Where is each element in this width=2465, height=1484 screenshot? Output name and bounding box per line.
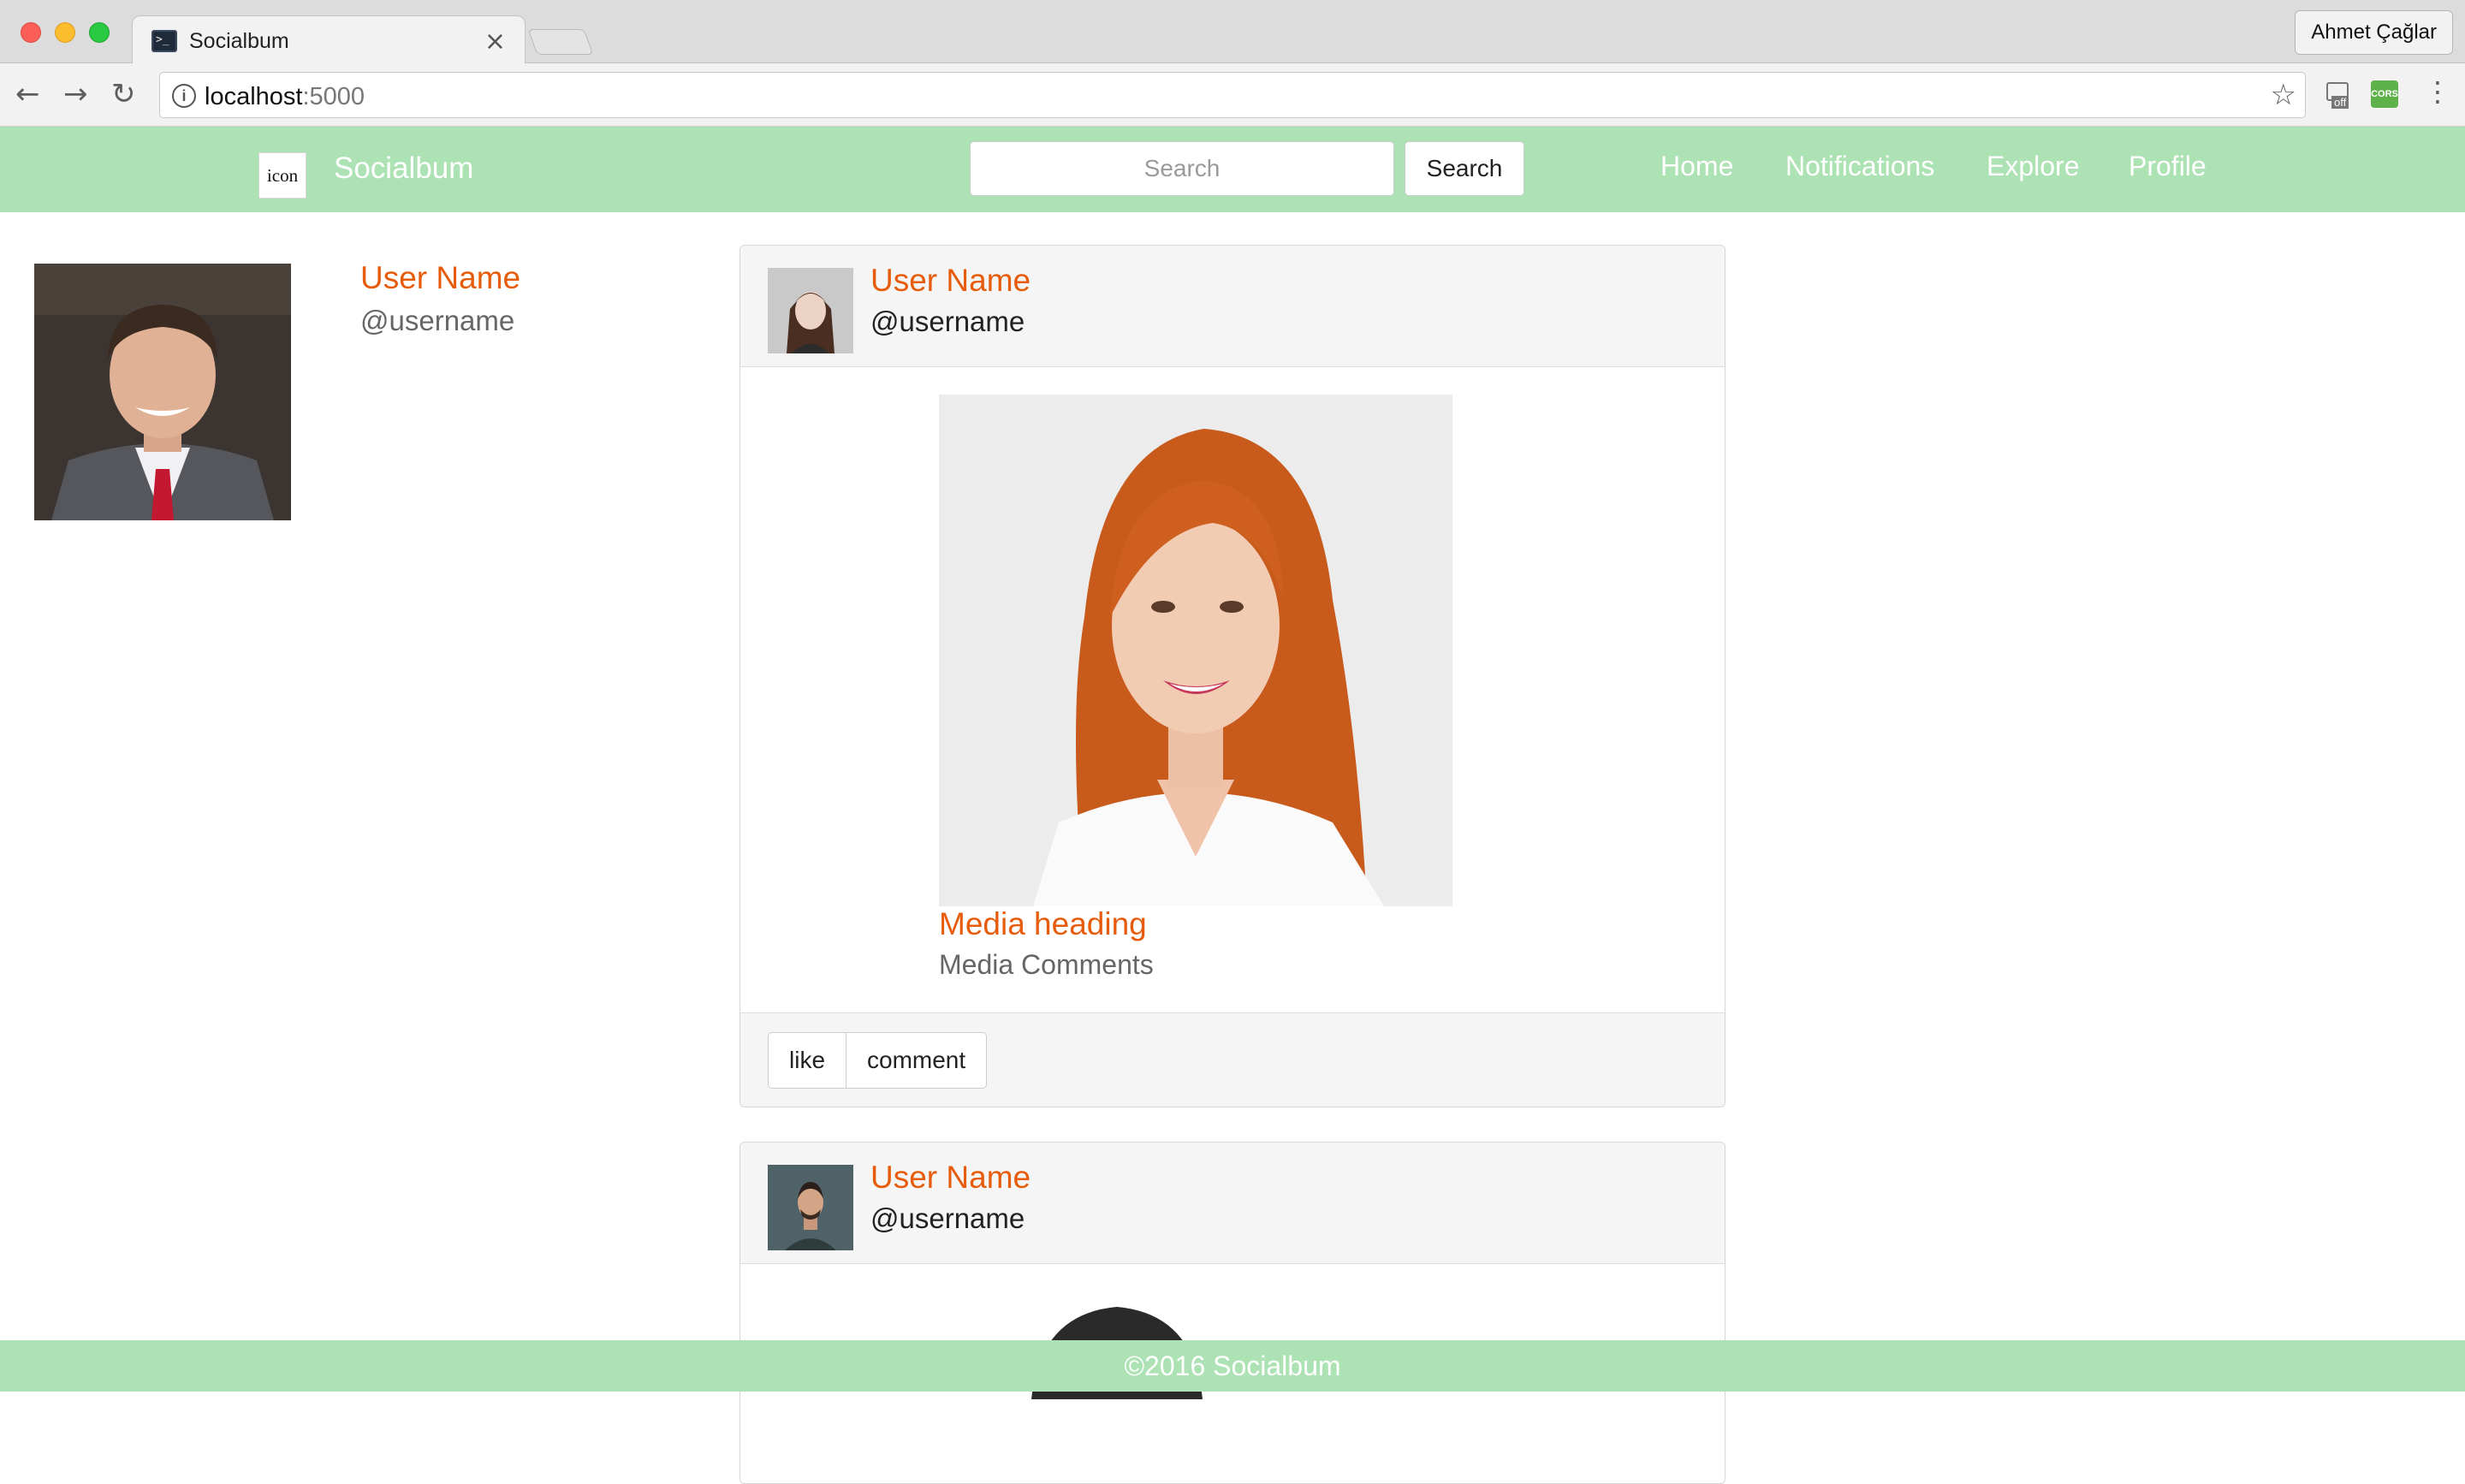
search-button[interactable]: Search: [1405, 141, 1524, 196]
maximize-window-button[interactable]: [89, 22, 110, 43]
brand-logo-icon[interactable]: icon: [258, 152, 306, 199]
search-input[interactable]: [970, 141, 1394, 196]
nav-link-explore[interactable]: Explore: [1987, 151, 2080, 182]
media-heading: Media heading: [939, 906, 1147, 941]
post-author-avatar[interactable]: [768, 1165, 853, 1250]
brand-name[interactable]: Socialbum: [334, 151, 473, 186]
post-author-name[interactable]: User Name: [870, 1160, 1031, 1196]
minimize-window-button[interactable]: [55, 22, 75, 43]
url-text[interactable]: localhost:5000: [205, 83, 365, 111]
browser-profile-button[interactable]: Ahmet Çağlar: [2295, 10, 2453, 55]
cors-extension-icon[interactable]: CORS: [2371, 80, 2398, 108]
post-author-name[interactable]: User Name: [870, 263, 1031, 299]
post-header: User Name @username: [740, 246, 1725, 367]
post-actions: like comment: [768, 1032, 988, 1089]
reload-icon[interactable]: ↻: [111, 77, 136, 111]
post-header: User Name @username: [740, 1143, 1725, 1264]
close-icon[interactable]: ×: [484, 27, 506, 56]
bookmark-star-icon[interactable]: ☆: [2271, 78, 2296, 112]
tab-title: Socialbum: [189, 29, 289, 53]
back-arrow-icon[interactable]: ←: [15, 77, 40, 111]
address-bar[interactable]: i localhost:5000 ☆: [159, 72, 2306, 118]
post-photo[interactable]: [939, 395, 1452, 906]
profile-name[interactable]: User Name: [360, 260, 520, 296]
extension-toggle-icon[interactable]: off: [2326, 82, 2355, 111]
post-card: User Name @username: [740, 1142, 1726, 1484]
new-tab-button[interactable]: [527, 29, 594, 55]
nav-link-notifications[interactable]: Notifications: [1785, 151, 1934, 182]
post-footer: like comment: [740, 1012, 1725, 1107]
profile-handle: @username: [360, 305, 515, 336]
site-footer: ©2016 Socialbum: [0, 1340, 2465, 1392]
terminal-icon: >_: [151, 30, 177, 52]
like-button[interactable]: like: [768, 1032, 847, 1089]
forward-arrow-icon[interactable]: →: [63, 77, 88, 111]
media-comments: Media Comments: [939, 949, 1154, 980]
post-author-handle: @username: [870, 306, 1025, 337]
post-card: User Name @username Media heading Media …: [740, 245, 1726, 1107]
close-window-button[interactable]: [21, 22, 41, 43]
footer-copyright: ©2016 Socialbum: [1124, 1350, 1341, 1381]
profile-avatar[interactable]: [34, 264, 291, 520]
nav-link-profile[interactable]: Profile: [2129, 151, 2207, 182]
nav-link-home[interactable]: Home: [1660, 151, 1733, 182]
post-author-handle: @username: [870, 1202, 1025, 1234]
post-author-avatar[interactable]: [768, 268, 853, 353]
browser-titlebar: >_ Socialbum × Ahmet Çağlar: [0, 0, 2465, 65]
kebab-menu-icon[interactable]: ⋮: [2424, 77, 2451, 106]
browser-tab[interactable]: >_ Socialbum ×: [132, 15, 526, 65]
comment-button[interactable]: comment: [846, 1032, 988, 1089]
site-navbar: icon Socialbum Search Home Notifications…: [0, 127, 2465, 212]
info-icon[interactable]: i: [172, 84, 196, 108]
browser-toolbar: ← → ↻ i localhost:5000 ☆ off CORS ⋮: [0, 63, 2465, 127]
